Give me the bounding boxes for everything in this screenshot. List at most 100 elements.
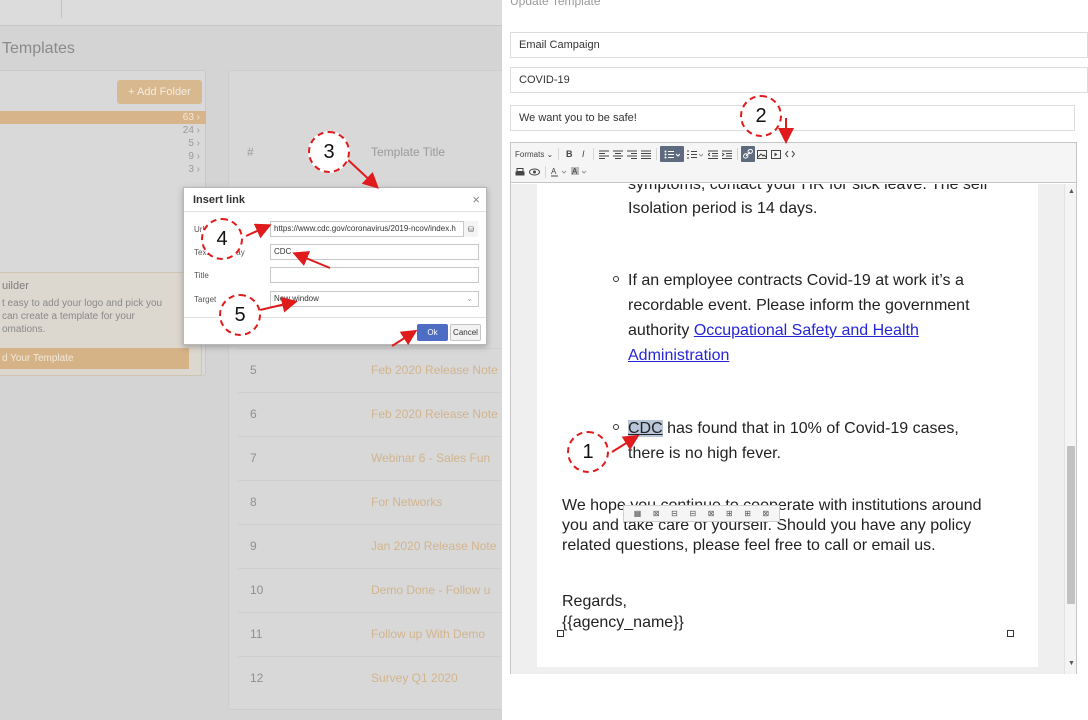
row-title[interactable]: Feb 2020 Release Note [371, 363, 498, 377]
osha-link-continued[interactable]: Administration [628, 347, 729, 364]
delete-col-icon[interactable]: ⊠ [763, 509, 770, 518]
osha-link[interactable]: Occupational Safety and Health [694, 322, 919, 339]
table-row[interactable]: 7 Webinar 6 - Sales Fun [238, 436, 502, 480]
row-title[interactable]: Jan 2020 Release Note [371, 539, 496, 553]
row-title[interactable]: Survey Q1 2020 [371, 671, 458, 685]
builder-title: uilder [2, 280, 29, 292]
build-template-button[interactable]: d Your Template [0, 348, 189, 369]
formats-dropdown[interactable]: Formats ⌄ [513, 146, 555, 162]
table-row[interactable]: 8 For Networks [238, 480, 502, 524]
target-select[interactable]: New window ⌄ [270, 291, 479, 307]
list-bullet [613, 276, 619, 282]
body-line: Isolation period is 14 days. [628, 200, 818, 217]
indent-icon[interactable] [720, 146, 734, 162]
update-template-panel: Update Template Email Campaign COVID-19 … [502, 0, 1088, 720]
insert-row-after-icon[interactable]: ⊟ [689, 509, 696, 518]
scroll-up-icon[interactable]: ▲ [1068, 188, 1075, 195]
numbered-list-icon[interactable] [684, 146, 706, 162]
target-label: Target [194, 295, 217, 304]
scroll-down-icon[interactable]: ▼ [1068, 660, 1075, 667]
table-properties-icon[interactable]: ▦ [634, 509, 642, 518]
table-row[interactable]: 10 Demo Done - Follow u [238, 568, 502, 612]
folder-count[interactable]: 63 › [0, 111, 206, 124]
category-field[interactable]: Email Campaign [510, 32, 1088, 58]
title-input[interactable] [270, 267, 479, 283]
text-color-icon[interactable]: A [549, 164, 569, 180]
table-row[interactable]: 12 Survey Q1 2020 [238, 656, 502, 700]
row-number: 5 [250, 363, 257, 377]
regards-text: Regards, [562, 593, 627, 610]
cdc-sentence: has found that in 10% of Covid-19 cases, [662, 420, 959, 437]
row-title[interactable]: Follow up With Demo [371, 627, 485, 641]
folder-count[interactable]: 24 › [0, 124, 206, 137]
insert-col-before-icon[interactable]: ⊞ [726, 509, 733, 518]
annotation-marker: 1 [567, 431, 609, 473]
bullet-list-icon[interactable] [660, 146, 685, 162]
text-to-display-input[interactable]: CDC [270, 244, 479, 260]
scroll-thumb[interactable] [1067, 446, 1075, 604]
panel-title: Update Template [510, 0, 601, 8]
folder-count[interactable]: 9 › [0, 150, 206, 163]
row-number: 12 [250, 671, 264, 685]
browse-url-icon[interactable]: ⛁ [463, 221, 478, 237]
source-code-icon[interactable] [783, 146, 797, 162]
align-justify-icon[interactable] [639, 146, 653, 162]
bold-button[interactable]: B [562, 146, 576, 162]
target-value: New window [274, 294, 319, 303]
folder-count[interactable]: 5 › [0, 137, 206, 150]
toolbar-divider [656, 148, 658, 160]
cancel-button[interactable]: Cancel [450, 324, 481, 341]
row-number: 8 [250, 495, 257, 509]
insert-col-after-icon[interactable]: ⊞ [744, 509, 751, 518]
top-tab[interactable] [0, 0, 62, 18]
table-row[interactable]: 5 Feb 2020 Release Note [238, 348, 502, 392]
table-floating-toolbar: ▦ ⊠ ⊟ ⊟ ⊠ ⊞ ⊞ ⊠ [623, 505, 780, 522]
agency-placeholder: {{agency_name}} [562, 614, 684, 631]
authority-text: authority [628, 322, 694, 339]
subject-field[interactable]: We want you to be safe! [510, 105, 1075, 131]
outdent-icon[interactable] [706, 146, 720, 162]
background-color-icon[interactable]: A [569, 164, 589, 180]
email-body[interactable]: symptoms, contact your HR for sick leave… [537, 184, 1038, 667]
ok-button[interactable]: Ok [417, 324, 448, 341]
template-name-field[interactable]: COVID-19 [510, 67, 1088, 93]
table-row[interactable]: 11 Follow up With Demo [238, 612, 502, 656]
row-number: 9 [250, 539, 257, 553]
toolbar-divider [593, 148, 595, 160]
insert-image-icon[interactable] [755, 146, 769, 162]
table-row[interactable]: 9 Jan 2020 Release Note [238, 524, 502, 568]
resize-handle[interactable] [1007, 630, 1014, 637]
url-input[interactable]: https://www.cdc.gov/coronavirus/2019-nco… [270, 221, 464, 237]
delete-table-icon[interactable]: ⊠ [653, 509, 660, 518]
table-row[interactable]: 6 Feb 2020 Release Note [238, 392, 502, 436]
toolbar-divider [558, 148, 560, 160]
row-number: 10 [250, 583, 264, 597]
row-number: 7 [250, 451, 257, 465]
add-folder-button[interactable]: + Add Folder [117, 80, 202, 104]
align-center-icon[interactable] [611, 146, 625, 162]
rich-text-editor: Formats ⌄ B I A A symptoms, contact your… [510, 142, 1077, 674]
editor-content-area[interactable]: symptoms, contact your HR for sick leave… [511, 184, 1064, 674]
row-title[interactable]: For Networks [371, 495, 442, 509]
svg-text:A: A [572, 167, 578, 176]
close-icon[interactable]: × [472, 192, 480, 207]
resize-handle[interactable] [557, 630, 564, 637]
print-icon[interactable] [513, 164, 527, 180]
delete-row-icon[interactable]: ⊠ [708, 509, 715, 518]
folder-count[interactable]: 3 › [0, 163, 206, 176]
row-title[interactable]: Demo Done - Follow u [371, 583, 490, 597]
align-left-icon[interactable] [597, 146, 611, 162]
row-title[interactable]: Webinar 6 - Sales Fun [371, 451, 490, 465]
insert-row-before-icon[interactable]: ⊟ [671, 509, 678, 518]
editor-scrollbar[interactable]: ▲ ▼ [1064, 184, 1076, 674]
preview-icon[interactable] [527, 164, 542, 180]
align-right-icon[interactable] [625, 146, 639, 162]
insert-link-icon[interactable] [741, 146, 756, 162]
column-header-title[interactable]: Template Title [371, 145, 445, 159]
page-title: Templates [2, 40, 75, 57]
selected-text-cdc[interactable]: CDC [628, 420, 663, 437]
italic-button[interactable]: I [576, 146, 590, 162]
toolbar-divider [737, 148, 739, 160]
insert-media-icon[interactable] [769, 146, 783, 162]
row-title[interactable]: Feb 2020 Release Note [371, 407, 498, 421]
